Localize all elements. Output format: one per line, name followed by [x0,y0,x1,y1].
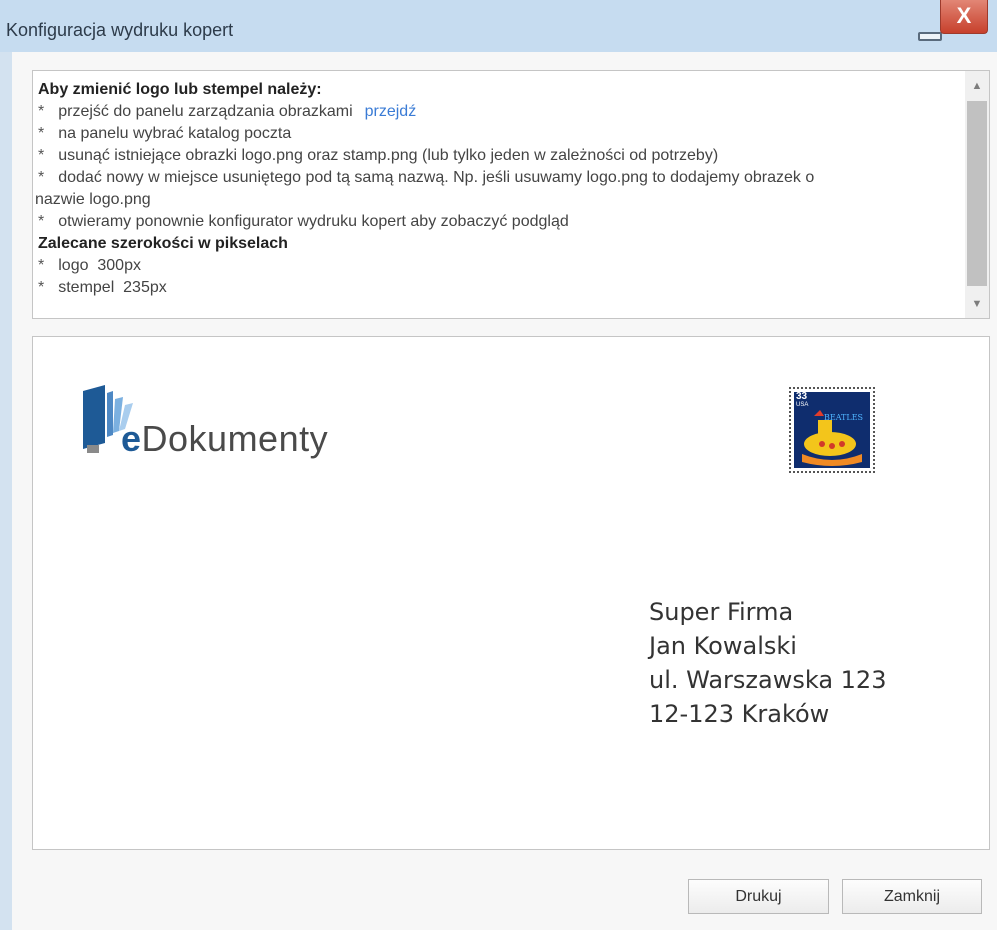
envelope-preview: eDokumenty 33 USA BEATLES Super Firma Ja… [32,336,990,850]
width-item: * stempel 235px [38,279,167,296]
address-line: Super Firma [649,598,794,626]
close-icon: X [956,3,972,28]
scroll-down-arrow-icon[interactable]: ▼ [965,290,989,318]
logo-wordmark: eDokumenty [121,418,329,459]
go-to-images-link[interactable]: przejdź [365,103,417,120]
instruction-item: * przejść do panelu zarządzania obrazkami… [38,103,417,120]
scrollbar-thumb[interactable] [967,101,987,286]
vertical-scrollbar[interactable]: ▲ ▼ [965,71,989,318]
instruction-item: * na panelu wybrać katalog poczta [38,125,292,142]
instruction-item: * otwieramy ponownie konfigurator wydruku… [38,213,569,230]
print-button[interactable]: Drukuj [688,879,829,914]
width-item: * logo 300px [38,257,141,274]
title-bar: Konfiguracja wydruku kopert X [0,0,997,52]
instruction-item: * usunąć istniejące obrazki logo.png oraz… [38,147,719,164]
envelope-print-dialog: Konfiguracja wydruku kopert X Aby zmieni… [0,0,997,930]
window-border [0,52,12,930]
close-button[interactable]: Zamknij [842,879,982,914]
company-logo: eDokumenty [79,385,349,475]
widths-heading: Zalecane szerokości w pikselach [38,235,288,252]
instruction-item-continuation: nazwie logo.png [35,191,151,208]
address-line: ul. Warszawska 123 [649,666,887,694]
instruction-item: * dodać nowy w miejsce usuniętego pod tą … [38,169,815,186]
postage-stamp: 33 USA BEATLES [789,387,875,473]
close-window-button[interactable]: X [940,0,988,34]
minimize-icon [918,32,942,41]
window-title: Konfiguracja wydruku kopert [6,20,234,40]
scroll-up-arrow-icon[interactable]: ▲ [965,71,989,99]
recipient-address: Super Firma Jan Kowalski ul. Warszawska … [649,595,886,731]
instructions-text: Aby zmienić logo lub stempel należy: * pr… [33,79,963,299]
instructions-heading: Aby zmienić logo lub stempel należy: [38,81,322,98]
stamp-image: 33 USA BEATLES [794,392,870,468]
instructions-panel: Aby zmienić logo lub stempel należy: * pr… [32,70,990,319]
address-line: Jan Kowalski [649,632,797,660]
address-line: 12-123 Kraków [649,700,830,728]
